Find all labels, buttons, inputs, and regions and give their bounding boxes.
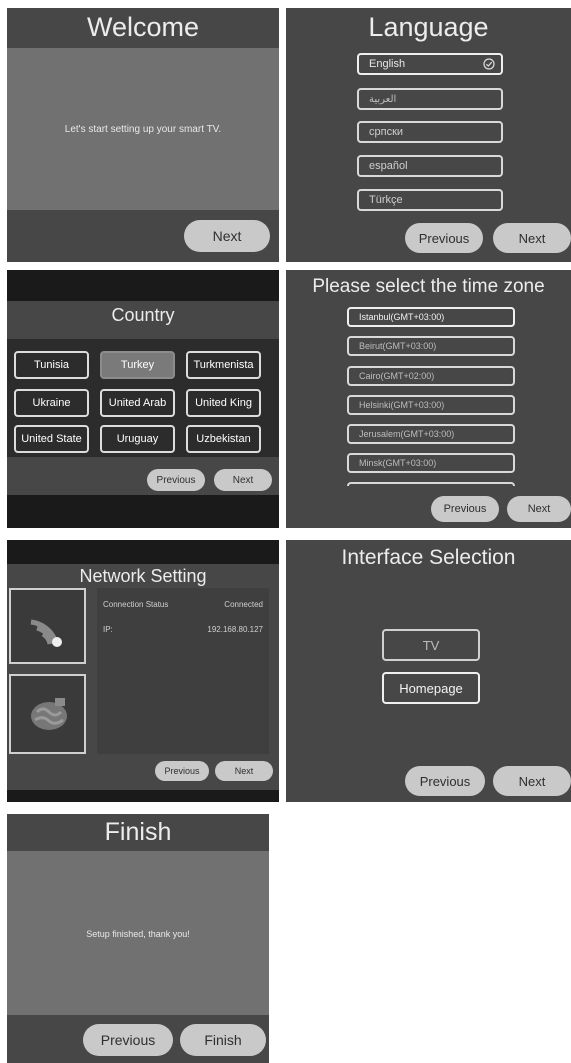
network-info-panel: Connection Status Connected IP: 192.168.… — [97, 588, 269, 754]
welcome-content-area: Let's start setting up your smart TV. — [7, 48, 279, 210]
previous-button[interactable]: Previous — [405, 766, 485, 796]
wifi-tab[interactable] — [9, 588, 86, 664]
next-button[interactable]: Next — [215, 761, 273, 781]
next-button[interactable]: Next — [184, 220, 270, 252]
tv-option[interactable]: TV — [382, 629, 480, 661]
finish-screen: Finish Setup finished, thank you! Previo… — [7, 814, 269, 1063]
language-option[interactable]: English — [357, 53, 503, 75]
previous-button[interactable]: Previous — [83, 1024, 173, 1056]
interface-screen: Interface Selection TV Homepage Previous… — [286, 540, 571, 802]
country-option[interactable]: Tunisia — [14, 351, 89, 379]
country-option[interactable]: United Arab — [100, 389, 175, 417]
next-button[interactable]: Next — [214, 469, 272, 491]
finish-title: Finish — [104, 818, 172, 846]
finish-message: Setup finished, thank you! — [86, 929, 190, 939]
country-screen: Country Tunisia Turkey Turkmenista Ukrai… — [7, 270, 279, 528]
timezone-option[interactable]: Jerusalem(GMT+03:00) — [347, 424, 515, 444]
ip-value: 192.168.80.127 — [207, 625, 263, 634]
previous-button[interactable]: Previous — [431, 496, 499, 522]
ethernet-icon — [25, 690, 73, 743]
next-button[interactable]: Next — [493, 223, 571, 253]
welcome-screen: Welcome Let's start setting up your smar… — [7, 8, 279, 262]
language-screen: Language English العربية српски español … — [286, 8, 571, 262]
timezone-option[interactable]: Minsk(GMT+03:00) — [347, 453, 515, 473]
previous-button[interactable]: Previous — [147, 469, 205, 491]
timezone-option[interactable]: Cairo(GMT+02:00) — [347, 366, 515, 386]
network-screen: Network Setting Connection Status Connec… — [7, 540, 279, 802]
timezone-option-label: Istanbul(GMT+03:00) — [359, 312, 445, 322]
language-option[interactable]: српски — [357, 121, 503, 143]
next-button[interactable]: Next — [507, 496, 571, 522]
language-title: Language — [368, 12, 489, 42]
timezone-option[interactable]: Istanbul(GMT+03:00) — [347, 307, 515, 327]
country-option[interactable]: United State — [14, 425, 89, 453]
connection-status-label: Connection Status — [103, 600, 169, 609]
language-option-label: Türkçe — [369, 194, 403, 206]
country-option[interactable]: Uruguay — [100, 425, 175, 453]
finish-content-area: Setup finished, thank you! — [7, 851, 269, 1015]
connection-status-value: Connected — [224, 600, 263, 609]
wifi-icon — [25, 602, 73, 655]
previous-button[interactable]: Previous — [405, 223, 483, 253]
country-panel: Country Tunisia Turkey Turkmenista Ukrai… — [7, 301, 279, 495]
country-option[interactable]: Uzbekistan — [186, 425, 261, 453]
timezone-title: Please select the time zone — [312, 276, 545, 297]
network-panel: Network Setting Connection Status Connec… — [7, 564, 279, 790]
network-title: Network Setting — [79, 566, 207, 586]
language-option-label: српски — [369, 126, 404, 138]
check-circle-icon — [483, 58, 495, 73]
timezone-screen: Please select the time zone Istanbul(GMT… — [286, 270, 571, 528]
language-option[interactable]: العربية — [357, 88, 503, 110]
language-option[interactable]: español — [357, 155, 503, 177]
language-option-label: English — [369, 58, 406, 70]
next-button[interactable]: Next — [493, 766, 571, 796]
language-option-label: العربية — [369, 93, 397, 105]
ethernet-tab[interactable] — [9, 674, 86, 754]
homepage-option[interactable]: Homepage — [382, 672, 480, 704]
ip-label: IP: — [103, 625, 113, 634]
country-option[interactable]: Turkey — [100, 351, 175, 379]
finish-button[interactable]: Finish — [180, 1024, 266, 1056]
welcome-title: Welcome — [86, 12, 200, 42]
previous-button[interactable]: Previous — [155, 761, 209, 781]
welcome-message: Let's start setting up your smart TV. — [64, 124, 222, 135]
timezone-option[interactable]: Beirut(GMT+03:00) — [347, 336, 515, 356]
interface-title: Interface Selection — [341, 546, 516, 569]
country-grid: Tunisia Turkey Turkmenista Ukraine Unite… — [7, 339, 279, 457]
language-option[interactable]: Türkçe — [357, 189, 503, 211]
timezone-option[interactable]: Helsinki(GMT+03:00) — [347, 395, 515, 415]
language-option-label: español — [369, 160, 408, 172]
country-title: Country — [111, 305, 175, 325]
country-option[interactable]: Turkmenista — [186, 351, 261, 379]
country-option[interactable]: United King — [186, 389, 261, 417]
timezone-option-partial — [347, 482, 515, 486]
country-option[interactable]: Ukraine — [14, 389, 89, 417]
